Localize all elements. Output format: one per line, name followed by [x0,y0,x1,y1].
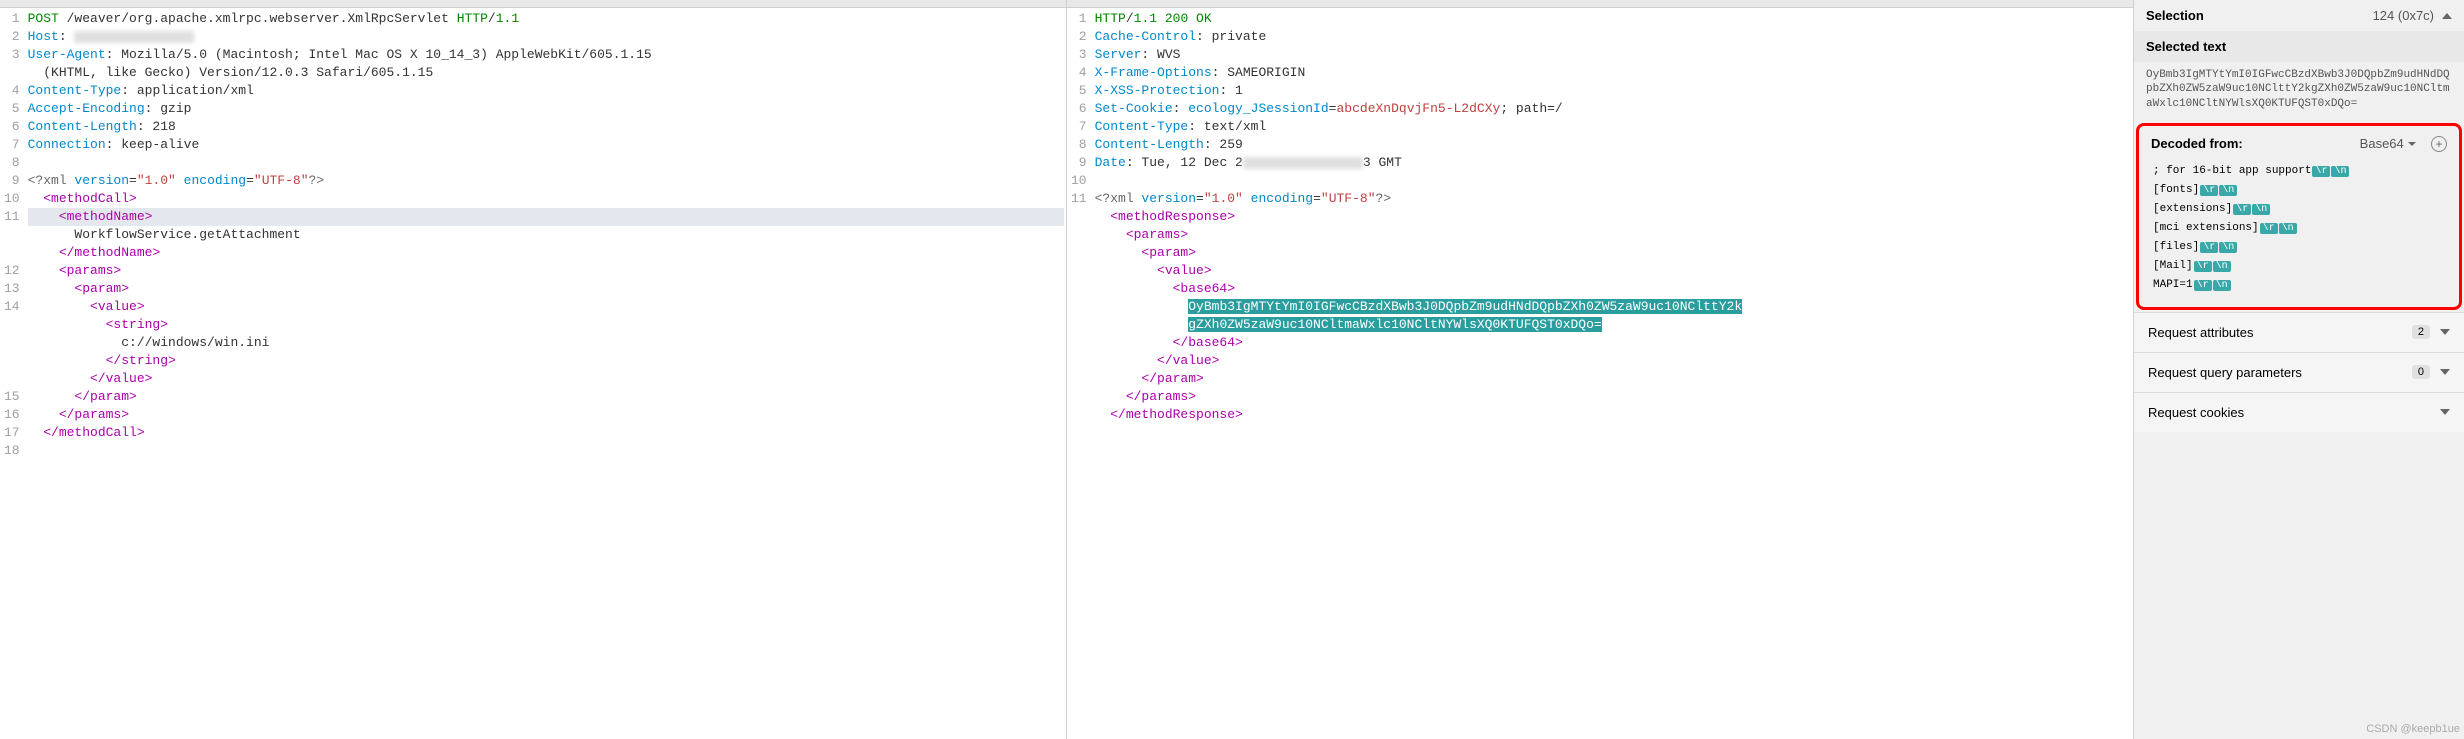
decoded-from-label: Decoded from: [2151,136,2243,151]
decoded-body[interactable]: ; for 16-bit app support\r\n[fonts]\r\n[… [2139,158,2459,299]
inspector-section[interactable]: Request attributes2 [2134,312,2464,352]
selection-value: 124 (0x7c) [2373,8,2434,23]
chevron-up-icon[interactable] [2442,13,2452,19]
inspector-section[interactable]: Request cookies [2134,392,2464,432]
selected-text-header: Selected text [2134,31,2464,62]
response-code[interactable]: 1234567891011 HTTP/1.1 200 OKCache-Contr… [1067,8,2133,426]
response-tabs[interactable] [1067,0,2133,8]
selection-header[interactable]: Selection 124 (0x7c) [2134,0,2464,31]
watermark: CSDN @keepb1ue [2366,723,2460,735]
selected-text-label: Selected text [2146,39,2226,54]
plus-icon[interactable]: + [2431,136,2447,152]
chevron-down-icon [2440,409,2450,415]
request-code[interactable]: 123456789101112131415161718 POST /weaver… [0,8,1066,462]
chevron-down-icon [2440,369,2450,375]
chevron-down-icon[interactable] [2408,142,2416,146]
request-panel: 123456789101112131415161718 POST /weaver… [0,0,1067,739]
decoded-header: Decoded from: Base64 + [2139,126,2459,158]
selected-text-block[interactable]: OyBmb3IgMTYtYmI0IGFwcCBzdXBwb3J0DQpbZm9u… [2134,62,2464,121]
chevron-down-icon [2440,329,2450,335]
inspector-panel: Selection 124 (0x7c) Selected text OyBmb… [2134,0,2464,739]
response-panel: 1234567891011 HTTP/1.1 200 OKCache-Contr… [1067,0,2134,739]
selection-label: Selection [2146,8,2204,23]
decoded-from-value[interactable]: Base64 [2360,136,2404,151]
request-tabs[interactable] [0,0,1066,8]
inspector-section[interactable]: Request query parameters0 [2134,352,2464,392]
decoded-section: Decoded from: Base64 + ; for 16-bit app … [2136,123,2462,310]
